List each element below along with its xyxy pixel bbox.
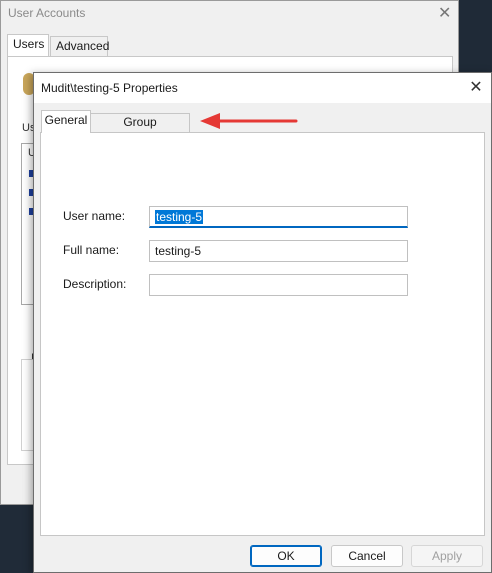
- cancel-button[interactable]: Cancel: [331, 545, 403, 567]
- tab-users[interactable]: Users: [7, 34, 49, 57]
- full-name-value: testing-5: [155, 244, 202, 258]
- user-name-value: testing-5: [155, 210, 204, 224]
- close-icon[interactable]: ✕: [466, 78, 486, 98]
- ok-button[interactable]: OK: [250, 545, 322, 567]
- bg-close-icon[interactable]: ✕: [438, 3, 451, 23]
- description-label: Description:: [63, 277, 127, 291]
- tab-group-membership[interactable]: Group Membership: [91, 113, 190, 146]
- full-name-label: Full name:: [63, 243, 120, 257]
- dialog-title: Mudit\testing-5 Properties: [41, 81, 178, 95]
- general-tab-panel: User name: testing-5 Full name: testing-…: [40, 132, 485, 536]
- dialog-titlebar: Mudit\testing-5 Properties ✕: [34, 73, 491, 103]
- tab-general[interactable]: General: [41, 110, 91, 133]
- full-name-field[interactable]: testing-5: [149, 240, 408, 262]
- user-name-field[interactable]: testing-5: [149, 206, 408, 228]
- apply-button[interactable]: Apply: [411, 545, 483, 567]
- tab-advanced[interactable]: Advanced: [50, 36, 109, 56]
- user-name-label: User name:: [63, 209, 126, 223]
- description-field[interactable]: [149, 274, 408, 296]
- user-accounts-title: User Accounts: [8, 6, 86, 20]
- user-properties-dialog: Mudit\testing-5 Properties ✕ General Gro…: [33, 72, 492, 573]
- annotation-arrow-icon: [200, 113, 298, 129]
